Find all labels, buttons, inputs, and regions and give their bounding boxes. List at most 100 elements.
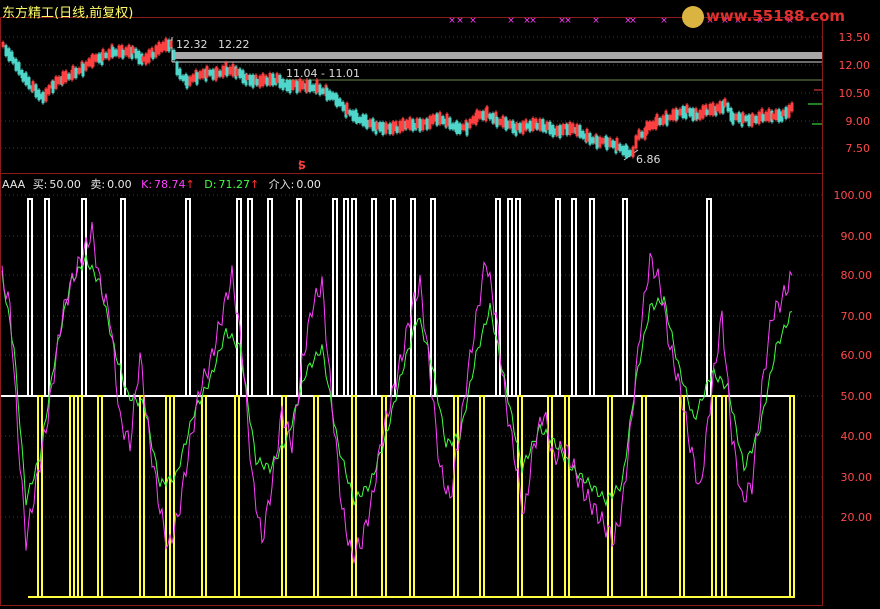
- candle-body: [691, 108, 695, 121]
- candle-body: [137, 50, 141, 64]
- sell-pulse: [139, 395, 145, 597]
- chart-title: 东方精工(日线,前复权): [2, 2, 133, 21]
- candle-body: [371, 118, 375, 131]
- stock-name[interactable]: 东方精工: [2, 6, 54, 21]
- candle-body: [14, 58, 18, 71]
- candle-body: [435, 113, 439, 126]
- sell-pulse: [169, 395, 175, 597]
- signal-mark-x: ×: [456, 16, 464, 26]
- candle-body: [251, 74, 255, 88]
- signal-mark-x: ×: [529, 16, 537, 26]
- candle-body: [784, 107, 788, 119]
- candle-body: [195, 72, 199, 85]
- candle-body: [491, 113, 495, 124]
- candle-body: [7, 48, 11, 62]
- candle-body: [448, 117, 452, 130]
- candle-body: [541, 119, 545, 132]
- candle-body: [695, 112, 699, 120]
- candle-body: [425, 118, 429, 130]
- candle-body: [208, 69, 212, 76]
- buy-pulse: [571, 198, 577, 396]
- candle-body: [658, 117, 662, 125]
- high-label-2: 12.22: [218, 38, 250, 51]
- sell-pulse: [789, 395, 795, 597]
- candle-body: [285, 79, 289, 92]
- d-up-arrow-icon: ↑: [249, 178, 260, 191]
- sell-pulse: [641, 395, 647, 597]
- candle-body: [281, 79, 285, 90]
- buy-pulse: [120, 198, 126, 396]
- buy-pulse: [371, 198, 377, 396]
- buy-pulse: [44, 198, 50, 396]
- candle-body: [726, 102, 730, 112]
- candle-body: [211, 69, 215, 80]
- buy-pulse: [507, 198, 513, 396]
- watermark-text: www.55188.com: [706, 7, 846, 25]
- period-label[interactable]: (日线,前复权): [54, 6, 133, 21]
- price-tick: 10.50: [838, 87, 871, 100]
- indicator-name[interactable]: AAA: [2, 178, 25, 191]
- indicator-tick: 20.00: [840, 511, 873, 524]
- candle-body: [761, 114, 765, 122]
- candle-body: [511, 120, 515, 134]
- price-tick: 9.00: [845, 115, 871, 128]
- buy-pulse: [351, 198, 357, 396]
- candle-body: [311, 84, 315, 92]
- chart-canvas[interactable]: ××××××××××××××××××: [0, 0, 880, 609]
- candle-body: [241, 70, 245, 84]
- candle-body: [255, 78, 259, 86]
- high-band: [172, 52, 822, 59]
- candle-body: [271, 73, 275, 86]
- stock-chart-window[interactable]: ×××××××××××××××××× 东方精工(日线,前复权) www.5518…: [0, 0, 880, 609]
- candle-body: [41, 92, 45, 104]
- watermark-logo-icon: [682, 6, 704, 28]
- candle-body: [121, 49, 125, 59]
- candle-body: [535, 123, 539, 130]
- candle-body: [338, 98, 342, 107]
- candle-body: [548, 121, 552, 135]
- candle-body: [81, 63, 85, 77]
- candle-body: [518, 123, 522, 133]
- sell-pulse: [77, 395, 83, 597]
- candle-body: [365, 119, 369, 129]
- candle-body: [218, 70, 222, 77]
- candle-body: [465, 122, 469, 136]
- candle-body: [737, 112, 741, 123]
- candle-body: [605, 137, 609, 150]
- sell-pulse: [201, 395, 207, 597]
- candle-body: [278, 74, 282, 88]
- candle-body: [111, 47, 115, 58]
- candle-body: [288, 80, 292, 94]
- candle-body: [505, 120, 509, 130]
- candle-body: [355, 112, 359, 124]
- candle-body: [17, 62, 21, 75]
- buy-pulse: [515, 198, 521, 396]
- indicator-tick: 40.00: [840, 430, 873, 443]
- candle-body: [104, 52, 108, 59]
- candle-body: [451, 123, 455, 130]
- candle-body: [418, 118, 422, 132]
- candle-body: [248, 74, 252, 86]
- candle-body: [611, 140, 615, 148]
- candle-body: [705, 109, 709, 115]
- candle-body: [178, 68, 182, 80]
- candle-body: [675, 109, 679, 120]
- candle-body: [348, 109, 352, 116]
- signal-mark-x: ×: [469, 16, 477, 26]
- signal-mark-x: ×: [592, 16, 600, 26]
- indicator-tick: 30.00: [840, 471, 873, 484]
- candle-body: [321, 88, 325, 94]
- sell-pulse: [679, 395, 685, 597]
- indicator-tick: 70.00: [840, 310, 873, 323]
- signal-mark-x: ×: [448, 16, 456, 26]
- high-label: 12.32: [176, 38, 208, 51]
- buy-pulse: [247, 198, 253, 396]
- candle-body: [618, 143, 622, 152]
- candle-body: [11, 56, 15, 64]
- indicator-tick: 80.00: [840, 269, 873, 282]
- candle-body: [21, 73, 25, 82]
- candle-body: [578, 125, 582, 138]
- candle-body: [318, 84, 322, 96]
- candle-body: [388, 123, 392, 135]
- candle-body: [381, 122, 385, 135]
